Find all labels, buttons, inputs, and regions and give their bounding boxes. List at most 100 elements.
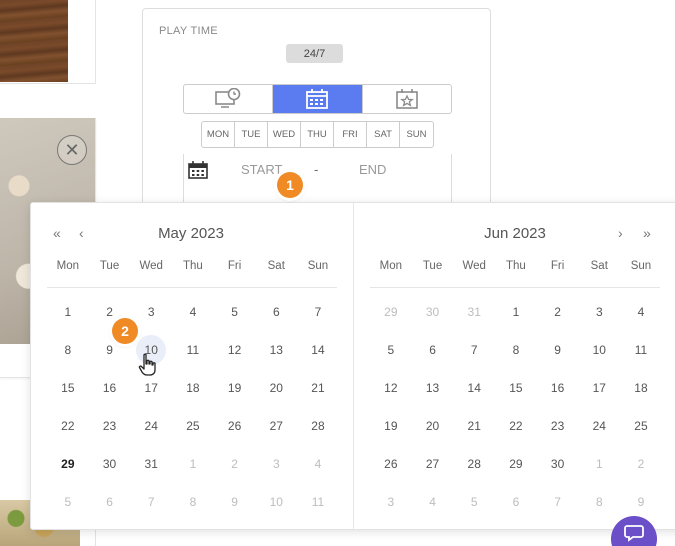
day-cell[interactable]: 30 xyxy=(412,293,454,331)
day-cell[interactable]: 5 xyxy=(453,483,495,521)
day-cell[interactable]: 2 xyxy=(620,445,662,483)
day-cell[interactable]: 6 xyxy=(412,331,454,369)
day-toggle-sat[interactable]: SAT xyxy=(367,122,400,147)
day-toggle-sun[interactable]: SUN xyxy=(400,122,433,147)
day-cell[interactable]: 7 xyxy=(453,331,495,369)
tab-date-range[interactable] xyxy=(273,85,363,113)
day-cell[interactable]: 24 xyxy=(578,407,620,445)
day-cell[interactable]: 25 xyxy=(620,407,662,445)
day-cell[interactable]: 19 xyxy=(214,369,256,407)
day-toggle-fri[interactable]: FRI xyxy=(334,122,367,147)
day-cell[interactable]: 1 xyxy=(495,293,537,331)
day-cell[interactable]: 26 xyxy=(370,445,412,483)
day-cell[interactable]: 25 xyxy=(172,407,214,445)
day-cell[interactable]: 6 xyxy=(255,293,297,331)
day-cell[interactable]: 9 xyxy=(214,483,256,521)
day-cell[interactable]: 22 xyxy=(47,407,89,445)
day-cell[interactable]: 29 xyxy=(495,445,537,483)
day-cell[interactable]: 23 xyxy=(537,407,579,445)
day-cell[interactable]: 8 xyxy=(578,483,620,521)
day-cell[interactable]: 30 xyxy=(537,445,579,483)
day-cell[interactable]: 29 xyxy=(370,293,412,331)
day-cell[interactable]: 9 xyxy=(620,483,662,521)
day-cell[interactable]: 13 xyxy=(255,331,297,369)
day-cell[interactable]: 7 xyxy=(130,483,172,521)
day-cell[interactable]: 11 xyxy=(172,331,214,369)
day-cell[interactable]: 29 xyxy=(47,445,89,483)
day-cell[interactable]: 6 xyxy=(89,483,131,521)
day-cell[interactable]: 1 xyxy=(578,445,620,483)
day-cell[interactable]: 31 xyxy=(453,293,495,331)
day-cell[interactable]: 21 xyxy=(297,369,339,407)
day-cell[interactable]: 3 xyxy=(578,293,620,331)
day-cell[interactable]: 8 xyxy=(172,483,214,521)
day-cell[interactable]: 13 xyxy=(412,369,454,407)
day-cell[interactable]: 3 xyxy=(370,483,412,521)
day-cell[interactable]: 11 xyxy=(297,483,339,521)
day-cell[interactable]: 5 xyxy=(370,331,412,369)
day-cell[interactable]: 10 xyxy=(255,483,297,521)
day-cell[interactable]: 5 xyxy=(214,293,256,331)
day-cell[interactable]: 18 xyxy=(172,369,214,407)
day-cell[interactable]: 18 xyxy=(620,369,662,407)
day-cell[interactable]: 17 xyxy=(578,369,620,407)
end-date-input[interactable]: END xyxy=(359,162,386,177)
schedule-badge[interactable]: 24/7 xyxy=(286,44,343,63)
day-cell[interactable]: 20 xyxy=(255,369,297,407)
tab-always[interactable] xyxy=(184,85,274,113)
day-cell[interactable]: 24 xyxy=(130,407,172,445)
day-cell[interactable]: 4 xyxy=(412,483,454,521)
day-cell[interactable]: 27 xyxy=(412,445,454,483)
day-cell[interactable]: 14 xyxy=(297,331,339,369)
day-number: 8 xyxy=(189,495,197,509)
day-cell[interactable]: 5 xyxy=(47,483,89,521)
day-cell[interactable]: 3 xyxy=(255,445,297,483)
day-cell[interactable]: 15 xyxy=(47,369,89,407)
day-cell[interactable]: 21 xyxy=(453,407,495,445)
day-cell[interactable]: 2 xyxy=(537,293,579,331)
day-number: 29 xyxy=(384,305,398,319)
day-cell[interactable]: 27 xyxy=(255,407,297,445)
day-cell[interactable]: 7 xyxy=(297,293,339,331)
day-cell[interactable]: 16 xyxy=(537,369,579,407)
day-cell[interactable]: 23 xyxy=(89,407,131,445)
day-toggle-thu[interactable]: THU xyxy=(301,122,334,147)
close-icon[interactable]: ✕ xyxy=(57,135,87,165)
day-cell[interactable]: 11 xyxy=(620,331,662,369)
day-toggle-wed[interactable]: WED xyxy=(268,122,301,147)
day-cell[interactable]: 12 xyxy=(370,369,412,407)
day-cell[interactable]: 1 xyxy=(172,445,214,483)
day-cell[interactable]: 30 xyxy=(89,445,131,483)
day-number: 25 xyxy=(634,419,648,433)
day-toggle-mon[interactable]: MON xyxy=(202,122,235,147)
start-date-input[interactable]: START xyxy=(241,162,282,177)
day-cell[interactable]: 15 xyxy=(495,369,537,407)
day-cell[interactable]: 12 xyxy=(214,331,256,369)
day-cell[interactable]: 6 xyxy=(495,483,537,521)
day-cell[interactable]: 8 xyxy=(495,331,537,369)
day-cell[interactable]: 4 xyxy=(297,445,339,483)
day-cell[interactable]: 7 xyxy=(537,483,579,521)
day-toggle-tue[interactable]: TUE xyxy=(235,122,268,147)
day-number: 4 xyxy=(314,457,322,471)
day-number: 3 xyxy=(272,457,280,471)
day-cell[interactable]: 22 xyxy=(495,407,537,445)
day-cell[interactable]: 4 xyxy=(620,293,662,331)
day-cell[interactable]: 20 xyxy=(412,407,454,445)
day-cell[interactable]: 4 xyxy=(172,293,214,331)
day-cell[interactable]: 10 xyxy=(578,331,620,369)
tab-special-days[interactable] xyxy=(363,85,451,113)
day-cell[interactable]: 28 xyxy=(453,445,495,483)
day-cell[interactable]: 26 xyxy=(214,407,256,445)
day-cell[interactable]: 19 xyxy=(370,407,412,445)
day-cell[interactable]: 2 xyxy=(214,445,256,483)
day-cell[interactable]: 31 xyxy=(130,445,172,483)
next-month-button[interactable]: › xyxy=(618,225,623,241)
day-cell[interactable]: 14 xyxy=(453,369,495,407)
next-year-button[interactable]: » xyxy=(643,225,651,241)
day-cell[interactable]: 8 xyxy=(47,331,89,369)
day-cell[interactable]: 1 xyxy=(47,293,89,331)
day-cell[interactable]: 9 xyxy=(537,331,579,369)
day-cell[interactable]: 16 xyxy=(89,369,131,407)
day-cell[interactable]: 28 xyxy=(297,407,339,445)
